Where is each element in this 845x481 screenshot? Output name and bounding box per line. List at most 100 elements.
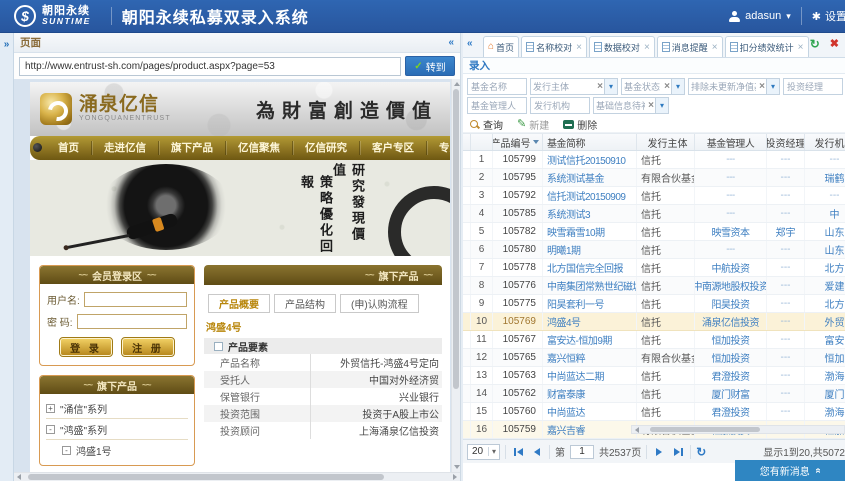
prev-page-button[interactable] — [530, 445, 544, 459]
filter-input[interactable] — [783, 78, 843, 95]
page-number-input[interactable] — [570, 445, 594, 459]
table-row[interactable]: 3105792信托测试20150909信托--------- — [463, 187, 845, 205]
site-nav-item[interactable]: 旗下产品 — [159, 141, 226, 155]
fund-manager-cell[interactable]: 君澄投资 — [695, 403, 767, 420]
fund-name-link[interactable]: 阳昊套利一号 — [543, 295, 637, 312]
tree-node[interactable]: +"涌信"系列 — [46, 398, 188, 419]
fund-manager-cell[interactable]: 君澄投资 — [695, 367, 767, 384]
fund-name-link[interactable]: 中尚蓝达 — [543, 403, 637, 420]
expand-panel-icon[interactable]: » — [0, 39, 13, 50]
scroll-left-icon[interactable] — [17, 474, 21, 480]
collapse-node-icon[interactable]: - — [46, 425, 55, 434]
tab-close-icon[interactable]: × — [798, 42, 804, 53]
refresh-tab-icon[interactable]: ↻ — [810, 38, 820, 50]
fund-manager-cell[interactable]: 阳昊投资 — [695, 295, 767, 312]
clear-icon[interactable]: × — [596, 81, 604, 92]
detail-tab[interactable]: 产品结构 — [274, 294, 336, 313]
workspace-tab[interactable]: 名称校对× — [521, 36, 587, 57]
issuing-institution-cell[interactable]: 富安 — [805, 331, 845, 348]
search-toolbar-button[interactable]: 查询 — [469, 117, 503, 132]
first-page-button[interactable] — [511, 445, 525, 459]
grid-scroll-left-icon[interactable] — [635, 427, 639, 433]
issuing-institution-cell[interactable]: 山东 — [805, 223, 845, 240]
issuing-institution-cell[interactable]: 厦门 — [805, 385, 845, 402]
table-row[interactable]: 15105760中尚蓝达信托君澄投资---渤海 — [463, 403, 845, 421]
filter-input[interactable] — [530, 97, 590, 114]
clear-icon[interactable]: × — [647, 100, 655, 111]
issuing-institution-cell[interactable]: 外贸 — [805, 313, 845, 330]
collapse-panel-icon[interactable]: « — [448, 37, 454, 48]
collapse-node-icon[interactable]: - — [62, 446, 71, 455]
fund-name-link[interactable]: 信托测试20150909 — [543, 187, 637, 204]
site-nav-item[interactable]: 亿信研究 — [293, 141, 360, 155]
last-page-button[interactable] — [671, 445, 685, 459]
workspace-tab[interactable]: 消息提醒× — [657, 36, 723, 57]
table-row[interactable]: 13105763中尚蓝达二期信托君澄投资---渤海 — [463, 367, 845, 385]
site-nav-item[interactable]: 客户专区 — [360, 141, 427, 155]
combobox-arrow-icon[interactable]: ▾ — [604, 79, 617, 94]
tree-node[interactable]: -鸿盛1号 — [46, 440, 188, 461]
fund-manager-cell[interactable]: 中南源地股权投资 — [695, 277, 767, 294]
column-header[interactable]: 基金简称 — [543, 134, 637, 150]
close-tab-icon[interactable]: ✖ — [830, 39, 839, 50]
user-menu[interactable]: adasun ▾ — [729, 10, 791, 22]
fund-name-link[interactable]: 系统测试基金 — [543, 169, 637, 186]
tab-close-icon[interactable]: × — [712, 42, 718, 53]
workspace-tab[interactable]: 数据校对× — [589, 36, 655, 57]
table-row[interactable]: 10105769鸿盛4号信托涌泉亿信投资---外贸 — [463, 313, 845, 331]
column-header[interactable]: 基金管理人 — [695, 134, 767, 150]
issuing-institution-cell[interactable]: 恒加 — [805, 349, 845, 366]
clear-icon[interactable]: × — [758, 81, 766, 92]
column-header[interactable]: 产品编号 — [493, 134, 543, 150]
table-row[interactable]: 2105795系统测试基金有限合伙基金------瑞鹤 — [463, 169, 845, 187]
settings-button[interactable]: ✱ 设置 — [812, 8, 845, 24]
table-row[interactable]: 9105775阳昊套利一号信托阳昊投资---北方 — [463, 295, 845, 313]
reload-grid-icon[interactable]: ↻ — [696, 446, 706, 458]
fund-name-link[interactable]: 嘉兴吉睿 — [543, 421, 637, 438]
issuing-institution-cell[interactable]: 渤海 — [805, 367, 845, 384]
combobox-input[interactable] — [622, 82, 663, 92]
table-row[interactable]: 1105799测试信托20150910信托--------- — [463, 151, 845, 169]
column-header[interactable]: 发行机构 — [805, 134, 845, 150]
fund-name-link[interactable]: 中南集团常熟世纪磁城 — [543, 277, 637, 294]
table-row[interactable]: 11105767富安达-恒加9期信托恒加投资---富安 — [463, 331, 845, 349]
page-size-select[interactable]: 20 ▾ — [467, 444, 500, 460]
login-button[interactable]: 登 录 — [60, 338, 112, 356]
fund-manager-cell[interactable]: 恒加投资 — [695, 349, 767, 366]
fund-manager-cell[interactable]: 涌泉亿信投资 — [695, 313, 767, 330]
register-button[interactable]: 注 册 — [122, 338, 174, 356]
combobox-arrow-icon[interactable]: ▾ — [655, 98, 668, 113]
issuing-institution-cell[interactable]: 爱建 — [805, 277, 845, 294]
table-row[interactable]: 7105778北方国信完全回报信托中航投资---北方 — [463, 259, 845, 277]
table-row[interactable]: 5105782映雪霜雪10期信托映雪资本郑宇山东 — [463, 223, 845, 241]
issuing-institution-cell[interactable]: 北方 — [805, 295, 845, 312]
table-row[interactable]: 12105765嘉兴恒粹有限合伙基金恒加投资---恒加 — [463, 349, 845, 367]
table-row[interactable]: 14105762财富泰康信托厦门财富---厦门 — [463, 385, 845, 403]
fund-name-link[interactable]: 映雪霜雪10期 — [543, 223, 637, 240]
issuing-institution-cell[interactable]: 中 — [805, 205, 845, 222]
issuing-institution-cell[interactable]: 瑞鹤 — [805, 169, 845, 186]
site-nav-item[interactable]: 首页 — [46, 141, 92, 155]
fund-name-link[interactable]: 嘉兴恒粹 — [543, 349, 637, 366]
tree-node[interactable]: -"鸿盛"系列 — [46, 419, 188, 440]
issuing-institution-cell[interactable]: 渤海 — [805, 403, 845, 420]
fund-manager-cell[interactable]: 厦门财富 — [695, 385, 767, 402]
scroll-right-icon[interactable] — [453, 474, 457, 480]
fund-name-link[interactable]: 鸿盛4号 — [543, 313, 637, 330]
fund-name-link[interactable]: 测试信托20150910 — [543, 151, 637, 168]
remove-toolbar-button[interactable]: 删除 — [563, 117, 597, 132]
table-row[interactable]: 8105776中南集团常熟世纪磁城信托中南源地股权投资---爱建 — [463, 277, 845, 295]
site-nav-item[interactable]: 走进亿信 — [92, 141, 159, 155]
detail-tab[interactable]: 产品概要 — [208, 294, 270, 313]
horizontal-scroll-thumb[interactable] — [28, 474, 384, 480]
next-page-button[interactable] — [652, 445, 666, 459]
grid-scroll-thumb[interactable] — [650, 427, 760, 432]
checkbox-icon[interactable] — [214, 342, 223, 351]
fund-name-link[interactable]: 明曦1期 — [543, 241, 637, 258]
tab-close-icon[interactable]: × — [644, 42, 650, 53]
fund-manager-cell[interactable]: 中航投资 — [695, 259, 767, 276]
url-input[interactable] — [19, 57, 401, 76]
column-header[interactable]: 投资经理 — [767, 134, 805, 150]
clear-icon[interactable]: × — [663, 81, 671, 92]
password-field[interactable] — [77, 314, 187, 329]
